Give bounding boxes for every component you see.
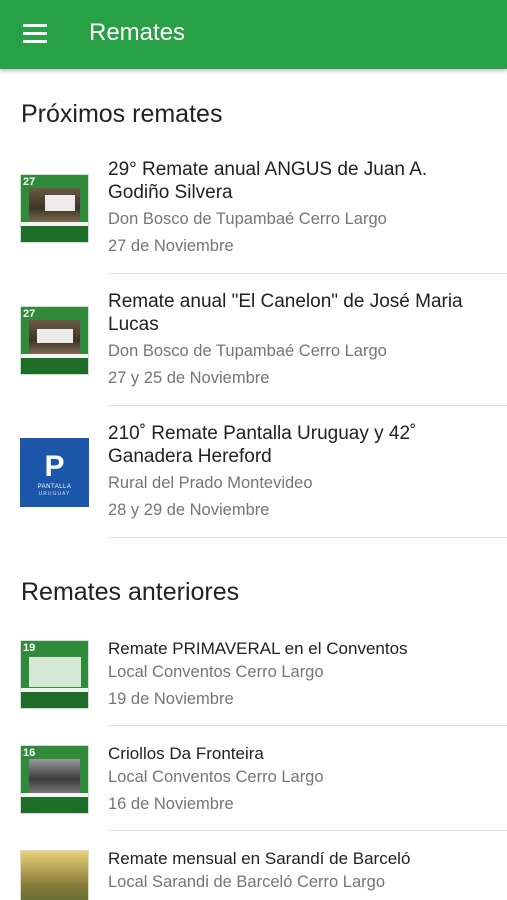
divider xyxy=(108,537,507,538)
date-badge: 27 xyxy=(23,308,36,320)
p-logo-icon: P xyxy=(44,450,65,483)
logo-subtext: URUGUAY xyxy=(38,491,71,497)
hamburger-menu-icon[interactable] xyxy=(23,24,47,44)
item-location: Local Conventos Cerro Largo xyxy=(108,768,324,786)
auction-thumbnail: 19 xyxy=(20,640,89,709)
list-item[interactable]: Remate mensual en Sarandí de Barceló Loc… xyxy=(0,838,507,900)
app-bar: Remates xyxy=(0,0,507,69)
item-title: 29° Remate anual ANGUS de Juan A. Godiño… xyxy=(108,159,428,203)
divider xyxy=(108,725,507,726)
divider xyxy=(108,273,507,274)
auction-thumbnail: 27 xyxy=(20,174,89,243)
list-item[interactable]: 27 29° Remate anual ANGUS de Juan A. God… xyxy=(0,150,507,274)
item-location: Don Bosco de Tupambaé Cerro Largo xyxy=(108,210,387,228)
date-badge: 19 xyxy=(23,642,36,654)
item-date: 19 de Noviembre xyxy=(108,690,234,708)
item-title: Remate mensual en Sarandí de Barceló xyxy=(108,849,411,868)
past-heading: Remates anteriores xyxy=(21,578,240,606)
item-title: 210˚ Remate Pantalla Uruguay y 42˚ Ganad… xyxy=(108,423,417,467)
divider xyxy=(108,830,507,831)
date-badge: 27 xyxy=(23,176,36,188)
pantalla-uruguay-logo: P PANTALLA URUGUAY xyxy=(20,438,89,507)
auction-thumbnail: 27 xyxy=(20,306,89,375)
item-title: Criollos Da Fronteira xyxy=(108,744,264,763)
list-item[interactable]: 19 Remate PRIMAVERAL en el Conventos Loc… xyxy=(0,628,507,726)
list-item[interactable]: P PANTALLA URUGUAY 210˚ Remate Pantalla … xyxy=(0,414,507,538)
item-date: 16 de Noviembre xyxy=(108,795,234,813)
auction-thumbnail: 16 xyxy=(20,745,89,814)
page-title: Remates xyxy=(89,19,186,46)
date-badge: 16 xyxy=(23,747,36,759)
auction-thumbnail xyxy=(20,850,89,900)
list-item[interactable]: 16 Criollos Da Fronteira Local Conventos… xyxy=(0,733,507,831)
item-date: 27 de Noviembre xyxy=(108,237,234,255)
logo-text: PANTALLA xyxy=(37,484,72,490)
item-date: 28 y 29 de Noviembre xyxy=(108,501,270,519)
divider xyxy=(108,405,507,406)
item-title: Remate PRIMAVERAL en el Conventos xyxy=(108,639,408,658)
item-location: Don Bosco de Tupambaé Cerro Largo xyxy=(108,342,387,360)
item-title: Remate anual "El Canelon" de José Maria … xyxy=(108,291,463,335)
item-date: 27 y 25 de Noviembre xyxy=(108,369,270,387)
item-location: Rural del Prado Montevideo xyxy=(108,474,313,492)
item-location: Local Conventos Cerro Largo xyxy=(108,663,324,681)
item-location: Local Sarandi de Barceló Cerro Largo xyxy=(108,873,385,891)
upcoming-heading: Próximos remates xyxy=(21,100,223,128)
list-item[interactable]: 27 Remate anual "El Canelon" de José Mar… xyxy=(0,282,507,406)
